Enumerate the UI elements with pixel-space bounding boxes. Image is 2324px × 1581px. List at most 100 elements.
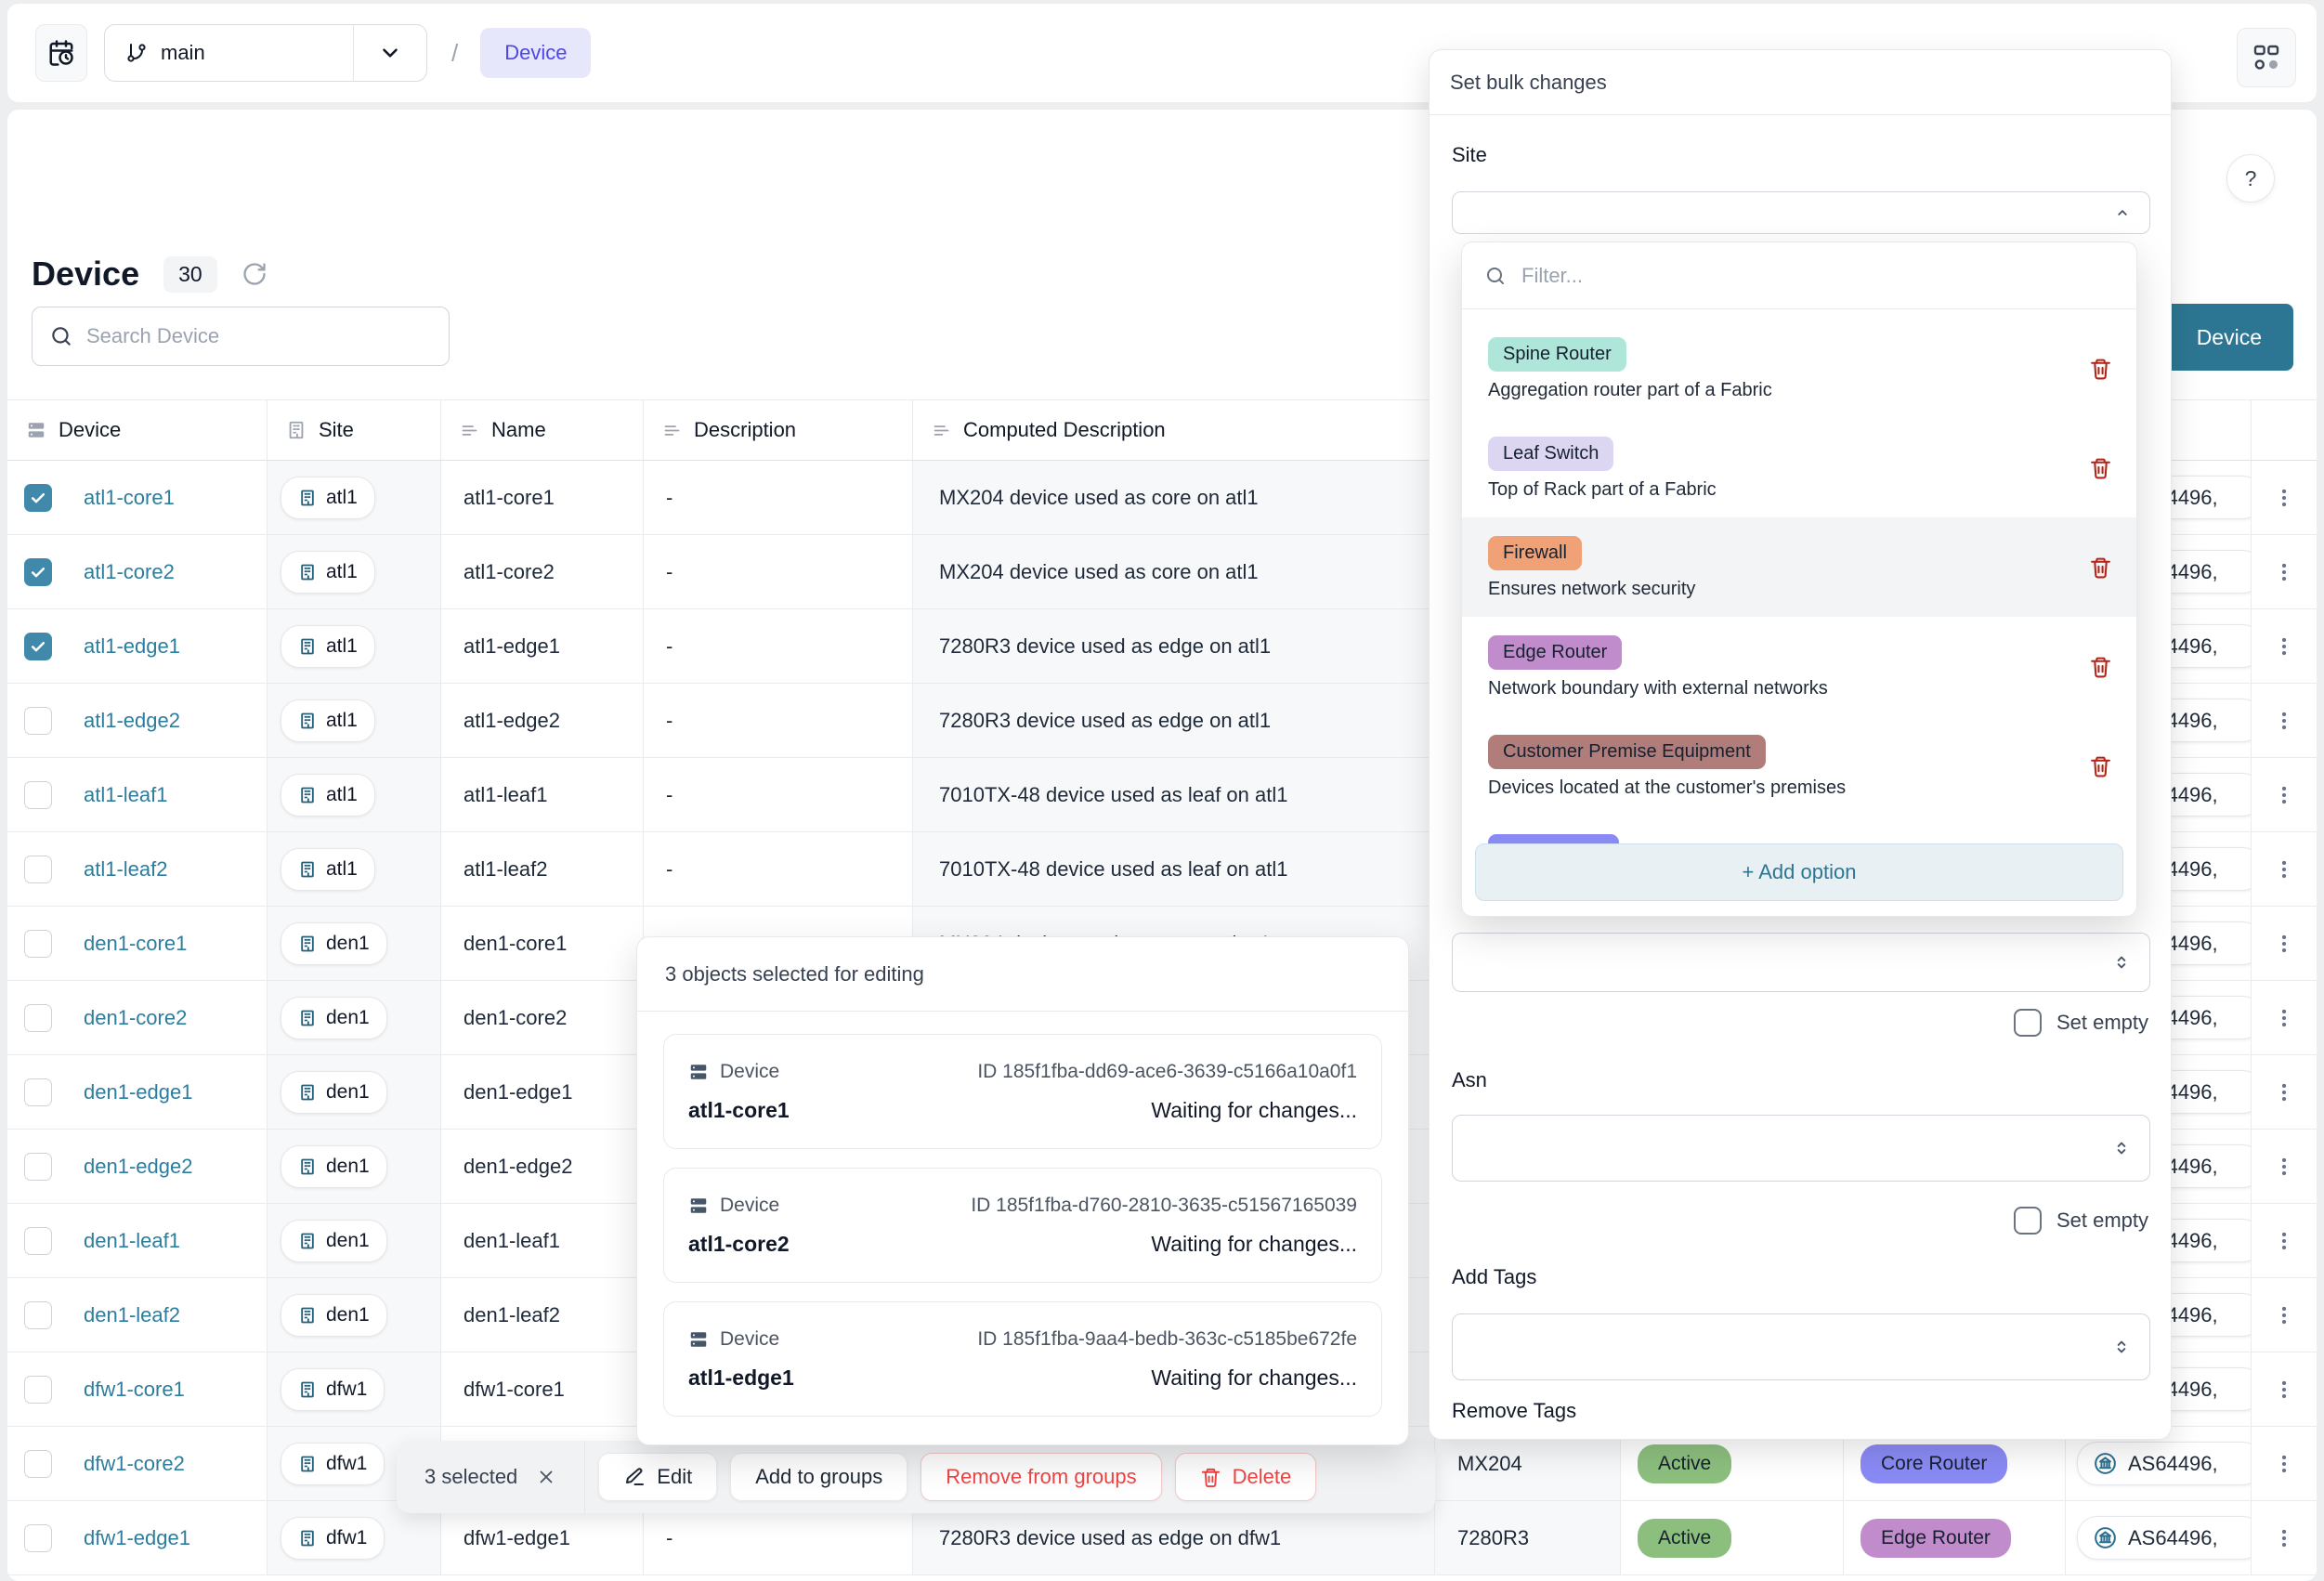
row-menu-button[interactable]: [2252, 709, 2317, 733]
trash-icon[interactable]: [2089, 357, 2112, 380]
device-link[interactable]: atl1-edge1: [84, 634, 180, 659]
hidden-field-select[interactable]: [1452, 933, 2150, 992]
row-checkbox[interactable]: [24, 1450, 52, 1478]
row-checkbox[interactable]: [24, 707, 52, 735]
device-link[interactable]: dfw1-edge1: [84, 1526, 190, 1550]
time-travel-button[interactable]: [35, 24, 87, 82]
row-menu-button[interactable]: [2252, 1378, 2317, 1402]
row-checkbox[interactable]: [24, 1004, 52, 1032]
device-link[interactable]: dfw1-core1: [84, 1378, 185, 1402]
row-menu-button[interactable]: [2252, 1080, 2317, 1104]
delete-button[interactable]: Delete: [1175, 1453, 1317, 1501]
set-empty-checkbox[interactable]: [2014, 1009, 2042, 1037]
cell-description: -: [644, 535, 913, 608]
add-tags-select[interactable]: [1452, 1313, 2150, 1380]
site-pill[interactable]: atl1: [281, 774, 375, 817]
row-menu-button[interactable]: [2252, 634, 2317, 659]
site-pill[interactable]: atl1: [281, 699, 375, 742]
device-link[interactable]: atl1-leaf1: [84, 783, 168, 807]
column-header-site[interactable]: Site: [268, 400, 441, 460]
device-link[interactable]: den1-core2: [84, 1006, 187, 1030]
add-to-groups-button[interactable]: Add to groups: [730, 1453, 907, 1501]
trash-icon[interactable]: [2089, 655, 2112, 678]
column-header-name[interactable]: Name: [441, 400, 644, 460]
row-checkbox[interactable]: [24, 930, 52, 958]
row-checkbox[interactable]: [24, 633, 52, 660]
row-checkbox[interactable]: [24, 1078, 52, 1106]
server-icon: [688, 1062, 709, 1082]
site-pill[interactable]: den1: [281, 997, 387, 1039]
row-menu-button[interactable]: [2252, 932, 2317, 956]
site-pill[interactable]: atl1: [281, 477, 375, 519]
site-pill[interactable]: dfw1: [281, 1443, 385, 1485]
branch-selector[interactable]: main: [104, 24, 427, 82]
refresh-icon[interactable]: [242, 261, 268, 287]
set-empty-checkbox[interactable]: [2014, 1207, 2042, 1235]
device-link[interactable]: den1-leaf2: [84, 1303, 180, 1327]
dropdown-option[interactable]: Spine Router Aggregation router part of …: [1462, 319, 2136, 418]
row-checkbox[interactable]: [24, 1376, 52, 1404]
row-checkbox[interactable]: [24, 1153, 52, 1181]
trash-icon[interactable]: [2089, 456, 2112, 479]
device-link[interactable]: atl1-core2: [84, 560, 175, 584]
add-option-button[interactable]: + Add option: [1475, 843, 2123, 901]
device-link[interactable]: atl1-leaf2: [84, 857, 168, 882]
site-pill[interactable]: den1: [281, 1220, 387, 1262]
asn-pill[interactable]: AS64496,: [2077, 1516, 2252, 1560]
site-pill[interactable]: den1: [281, 1145, 387, 1188]
row-checkbox[interactable]: [24, 558, 52, 586]
row-checkbox[interactable]: [24, 1227, 52, 1255]
site-pill[interactable]: den1: [281, 922, 387, 965]
trash-icon[interactable]: [2089, 754, 2112, 777]
device-link[interactable]: den1-edge1: [84, 1080, 192, 1104]
help-button[interactable]: ?: [2226, 154, 2275, 203]
row-menu-button[interactable]: [2252, 1526, 2317, 1550]
row-checkbox[interactable]: [24, 856, 52, 883]
row-menu-button[interactable]: [2252, 1303, 2317, 1327]
site-pill[interactable]: den1: [281, 1294, 387, 1337]
device-link[interactable]: den1-core1: [84, 932, 187, 956]
site-pill[interactable]: atl1: [281, 625, 375, 668]
device-link[interactable]: dfw1-core2: [84, 1452, 185, 1476]
site-pill[interactable]: atl1: [281, 551, 375, 594]
site-pill[interactable]: den1: [281, 1071, 387, 1114]
breadcrumb-device[interactable]: Device: [480, 28, 591, 78]
row-menu-button[interactable]: [2252, 560, 2317, 584]
trash-icon[interactable]: [2089, 555, 2112, 579]
row-menu-button[interactable]: [2252, 783, 2317, 807]
row-checkbox[interactable]: [24, 484, 52, 512]
device-link[interactable]: den1-leaf1: [84, 1229, 180, 1253]
column-header-description[interactable]: Description: [644, 400, 913, 460]
dropdown-option[interactable]: Edge Router Network boundary with extern…: [1462, 617, 2136, 716]
row-checkbox[interactable]: [24, 1524, 52, 1552]
schema-button[interactable]: [2237, 28, 2296, 87]
row-menu-button[interactable]: [2252, 1006, 2317, 1030]
dropdown-option[interactable]: Firewall Ensures network security: [1462, 517, 2136, 617]
row-menu-button[interactable]: [2252, 1229, 2317, 1253]
device-link[interactable]: atl1-core1: [84, 486, 175, 510]
row-menu-button[interactable]: [2252, 857, 2317, 882]
device-link[interactable]: den1-edge2: [84, 1155, 192, 1179]
clear-selection-icon[interactable]: [536, 1467, 556, 1487]
asn-select[interactable]: [1452, 1115, 2150, 1182]
remove-from-groups-button[interactable]: Remove from groups: [920, 1453, 1161, 1501]
dropdown-option[interactable]: Leaf Switch Top of Rack part of a Fabric: [1462, 418, 2136, 517]
site-pill[interactable]: dfw1: [281, 1517, 385, 1560]
row-menu-button[interactable]: [2252, 1155, 2317, 1179]
row-checkbox[interactable]: [24, 1301, 52, 1329]
asn-pill[interactable]: AS64496,: [2077, 1442, 2252, 1485]
site-select[interactable]: [1452, 191, 2150, 234]
edit-button[interactable]: Edit: [598, 1453, 717, 1501]
device-link[interactable]: atl1-edge2: [84, 709, 180, 733]
site-pill[interactable]: atl1: [281, 848, 375, 891]
dropdown-option[interactable]: Customer Premise Equipment Devices locat…: [1462, 716, 2136, 816]
column-header-computed-description[interactable]: Computed Description: [913, 400, 1435, 460]
search-input[interactable]: [86, 324, 432, 348]
row-menu-button[interactable]: [2252, 486, 2317, 510]
site-pill[interactable]: dfw1: [281, 1368, 385, 1411]
dropdown-filter-input[interactable]: [1521, 264, 2114, 288]
branch-dropdown-toggle[interactable]: [354, 24, 426, 82]
column-header-device[interactable]: Device: [7, 400, 268, 460]
row-menu-button[interactable]: [2252, 1452, 2317, 1476]
row-checkbox[interactable]: [24, 781, 52, 809]
